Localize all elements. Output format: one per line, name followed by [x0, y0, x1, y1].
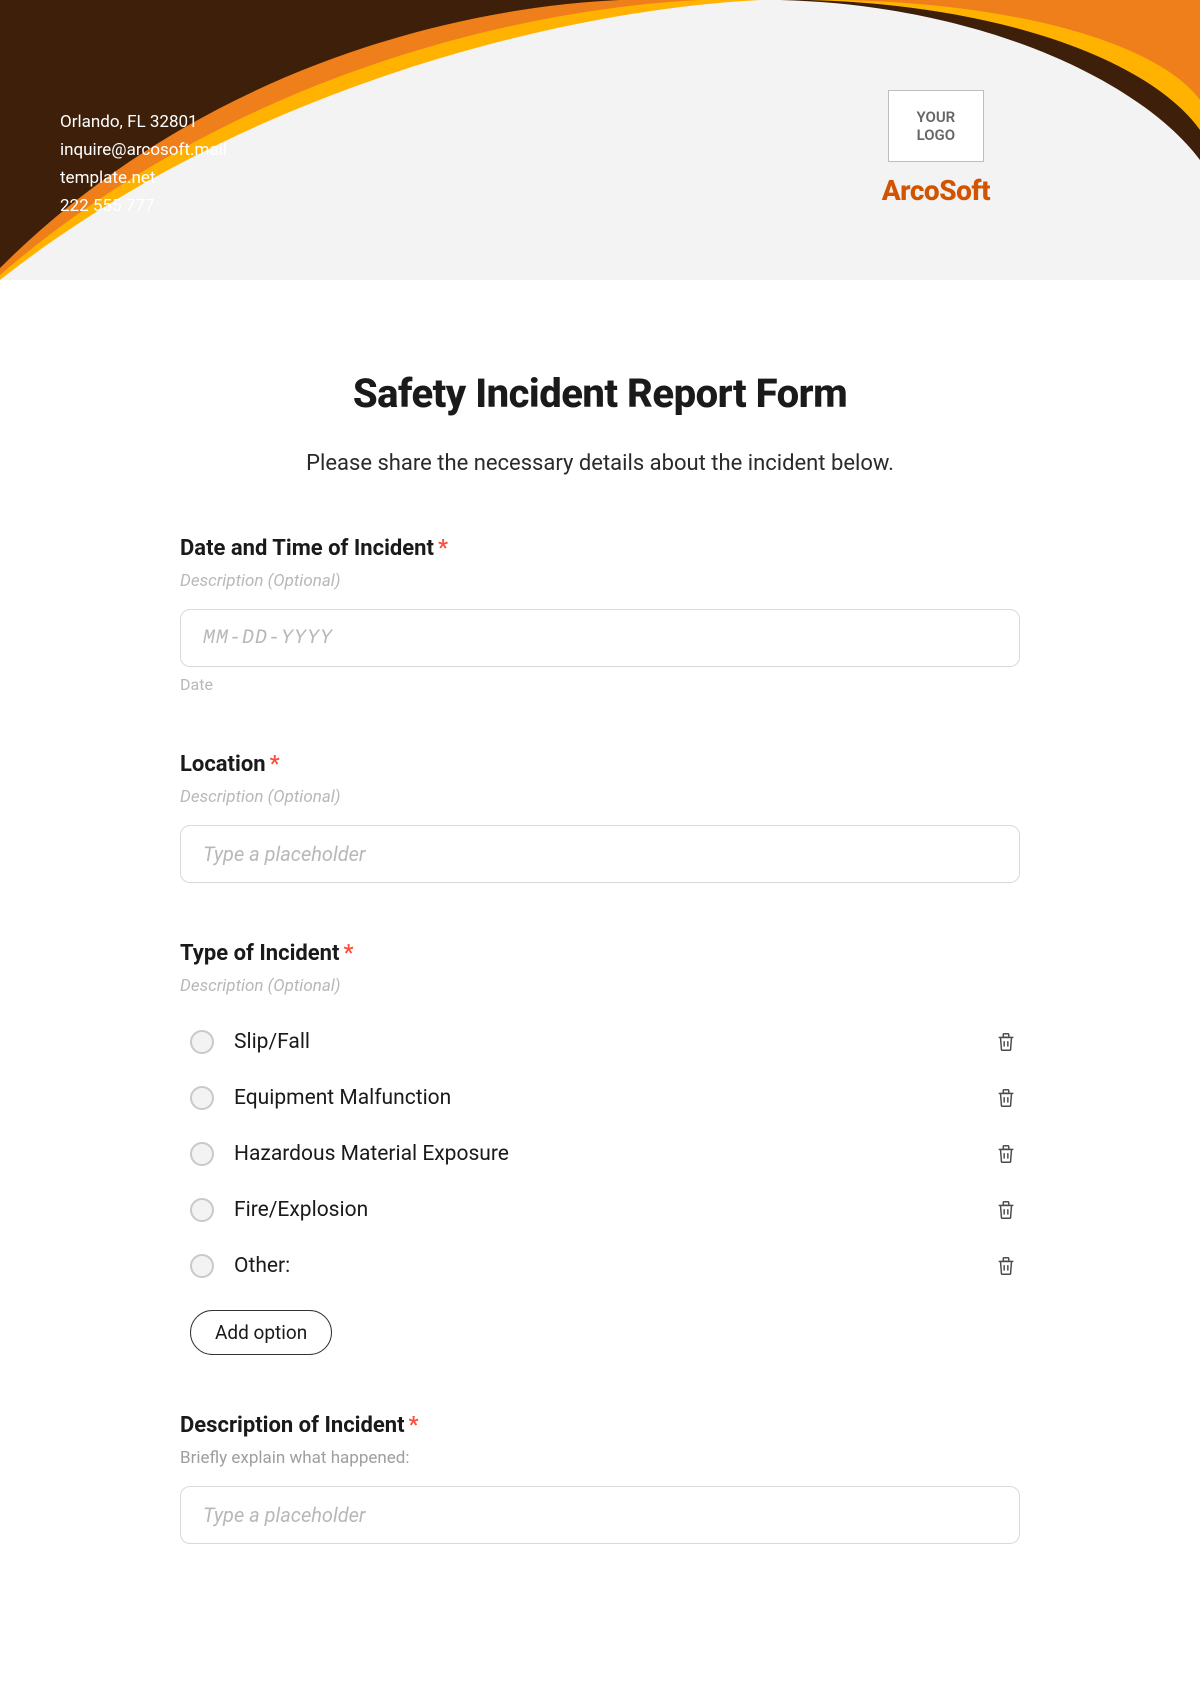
- location-input[interactable]: [180, 825, 1020, 883]
- required-mark: *: [270, 752, 280, 777]
- radio-icon[interactable]: [190, 1086, 214, 1110]
- banner-swoosh-right: [780, 0, 1200, 160]
- contact-address: Orlando, FL 32801: [60, 108, 227, 136]
- option-label[interactable]: Other:: [234, 1254, 290, 1278]
- contact-website: template.net: [60, 164, 227, 192]
- radio-icon[interactable]: [190, 1030, 214, 1054]
- field-date: Date and Time of Incident* Description (…: [180, 536, 1020, 694]
- label-text: Date and Time of Incident: [180, 536, 434, 561]
- field-date-label: Date and Time of Incident*: [180, 536, 1020, 561]
- label-text: Description of Incident: [180, 1413, 405, 1438]
- option-row: Hazardous Material Exposure: [190, 1126, 1020, 1182]
- field-type: Type of Incident* Description (Optional)…: [180, 941, 1020, 1355]
- label-text: Type of Incident: [180, 941, 339, 966]
- delete-option-button[interactable]: [992, 1084, 1020, 1112]
- delete-option-button[interactable]: [992, 1140, 1020, 1168]
- delete-option-button[interactable]: [992, 1252, 1020, 1280]
- option-row: Other:: [190, 1238, 1020, 1294]
- trash-icon: [995, 1143, 1017, 1165]
- field-date-helper: Date: [180, 675, 1020, 694]
- required-mark: *: [343, 941, 353, 966]
- banner: Orlando, FL 32801 inquire@arcosoft.mail …: [0, 0, 1200, 280]
- add-option-button[interactable]: Add option: [190, 1310, 332, 1355]
- option-row: Fire/Explosion: [190, 1182, 1020, 1238]
- form-title: Safety Incident Report Form: [180, 370, 1020, 417]
- option-label[interactable]: Slip/Fall: [234, 1030, 310, 1054]
- option-label[interactable]: Equipment Malfunction: [234, 1086, 451, 1110]
- contact-block: Orlando, FL 32801 inquire@arcosoft.mail …: [60, 108, 227, 220]
- radio-icon[interactable]: [190, 1142, 214, 1166]
- field-location-label: Location*: [180, 752, 1020, 777]
- option-row: Slip/Fall: [190, 1014, 1020, 1070]
- page: Orlando, FL 32801 inquire@arcosoft.mail …: [0, 0, 1200, 1662]
- trash-icon: [995, 1087, 1017, 1109]
- option-row: Equipment Malfunction: [190, 1070, 1020, 1126]
- date-input[interactable]: [180, 609, 1020, 667]
- radio-icon[interactable]: [190, 1254, 214, 1278]
- trash-icon: [995, 1199, 1017, 1221]
- contact-phone: 222 555 777: [60, 192, 227, 220]
- brand-block: YOUR LOGO ArcoSoft: [882, 90, 990, 207]
- required-mark: *: [438, 536, 448, 561]
- form-subtitle: Please share the necessary details about…: [180, 451, 1020, 476]
- radio-icon[interactable]: [190, 1198, 214, 1222]
- option-label[interactable]: Hazardous Material Exposure: [234, 1142, 509, 1166]
- field-description-label: Description of Incident*: [180, 1413, 1020, 1438]
- trash-icon: [995, 1255, 1017, 1277]
- logo-placeholder: YOUR LOGO: [888, 90, 984, 162]
- field-location-desc[interactable]: Description (Optional): [180, 787, 1020, 807]
- label-text: Location: [180, 752, 266, 777]
- description-input[interactable]: [180, 1486, 1020, 1544]
- option-label[interactable]: Fire/Explosion: [234, 1198, 368, 1222]
- form-content: Safety Incident Report Form Please share…: [140, 280, 1060, 1544]
- field-description-desc[interactable]: Briefly explain what happened:: [180, 1448, 1020, 1468]
- option-list: Slip/Fall Equipment Malfunction Hazardou…: [180, 1014, 1020, 1294]
- trash-icon: [995, 1031, 1017, 1053]
- required-mark: *: [409, 1413, 419, 1438]
- contact-email: inquire@arcosoft.mail: [60, 136, 227, 164]
- field-description: Description of Incident* Briefly explain…: [180, 1413, 1020, 1544]
- delete-option-button[interactable]: [992, 1028, 1020, 1056]
- field-date-desc[interactable]: Description (Optional): [180, 571, 1020, 591]
- field-location: Location* Description (Optional): [180, 752, 1020, 883]
- field-type-label: Type of Incident*: [180, 941, 1020, 966]
- delete-option-button[interactable]: [992, 1196, 1020, 1224]
- field-type-desc[interactable]: Description (Optional): [180, 976, 1020, 996]
- brand-name: ArcoSoft: [882, 174, 990, 207]
